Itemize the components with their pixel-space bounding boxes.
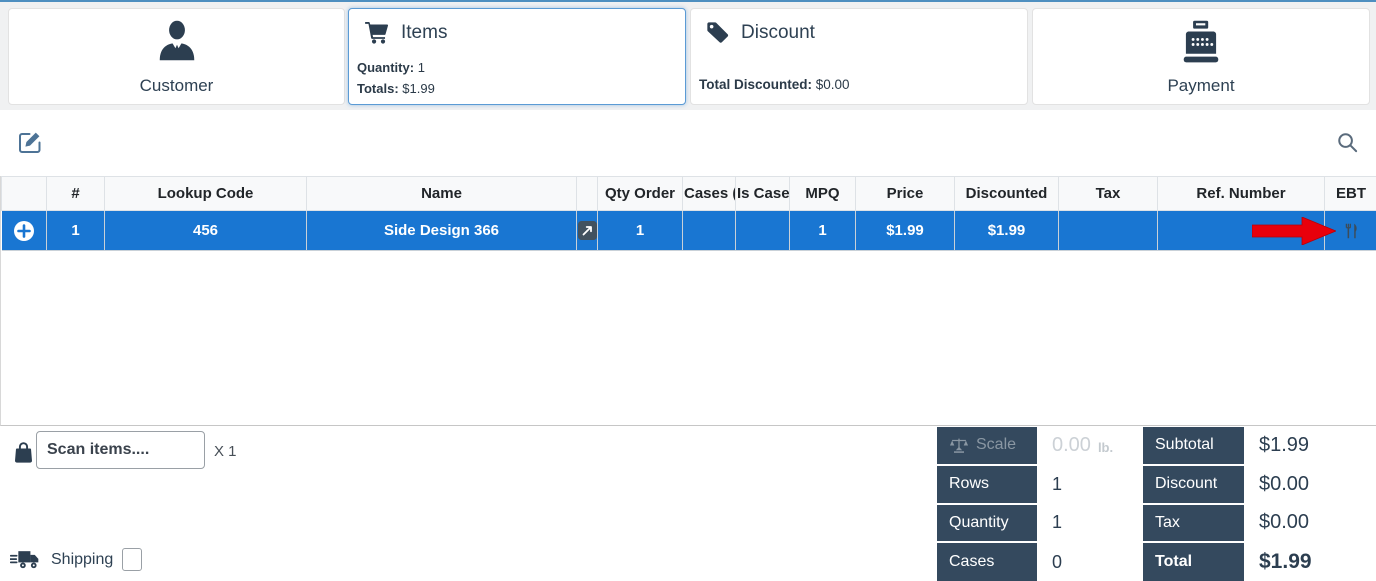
discount-card-label: Discount <box>741 22 815 44</box>
row-cases[interactable] <box>683 211 736 251</box>
items-totals-label: Totals: <box>357 81 399 96</box>
shipping-checkbox[interactable] <box>122 548 142 571</box>
external-link-icon[interactable] <box>578 221 597 238</box>
rows-value-cell: 1 <box>1039 466 1141 503</box>
scale-value-cell: 0.00 lb. <box>1039 427 1141 464</box>
payment-card-label: Payment <box>1167 76 1234 96</box>
shipping-row: Shipping <box>10 548 142 571</box>
truck-icon <box>10 548 40 571</box>
header-tax: Tax <box>1059 177 1158 211</box>
discount-total-line: Total Discounted: $0.00 <box>699 74 850 95</box>
scale-label: Scale <box>976 436 1016 454</box>
person-icon <box>154 18 200 68</box>
row-num[interactable]: 1 <box>47 211 105 251</box>
row-expand-cell[interactable] <box>2 211 47 251</box>
header-price: Price <box>856 177 955 211</box>
quantity-label-cell: Quantity <box>937 505 1037 542</box>
plus-circle-icon[interactable] <box>13 220 35 242</box>
row-ref-number[interactable] <box>1158 211 1325 251</box>
items-totals-line: Totals: $1.99 <box>357 78 435 99</box>
header-num: # <box>47 177 105 211</box>
edit-icon[interactable] <box>18 130 42 154</box>
header-ebt: EBT <box>1325 177 1376 211</box>
header-lookup-code: Lookup Code <box>105 177 307 211</box>
tag-icon <box>705 20 730 45</box>
row-discounted[interactable]: $1.99 <box>955 211 1059 251</box>
items-totals-value: $1.99 <box>402 81 435 96</box>
discount-value-cell: $0.00 <box>1246 466 1376 503</box>
utensils-icon <box>1343 222 1360 240</box>
scan-items-input[interactable] <box>36 431 205 469</box>
summary-panel: Scale 0.00 lb. Subtotal $1.99 Rows 1 Dis… <box>937 427 1376 581</box>
header-is-case: Is Case <box>736 177 790 211</box>
discount-label-cell: Discount <box>1143 466 1244 503</box>
scale-unit: lb. <box>1098 440 1113 455</box>
discount-total-label: Total Discounted: <box>699 77 812 92</box>
customer-card-label: Customer <box>140 76 214 96</box>
items-card[interactable]: Items Quantity: 1 Totals: $1.99 <box>348 8 686 105</box>
header-mpq: MPQ <box>790 177 856 211</box>
cases-label-cell: Cases <box>937 543 1037 581</box>
header-ref-number: Ref. Number <box>1158 177 1325 211</box>
table-header-row: # Lookup Code Name Qty Order Cases ( Is … <box>2 177 1376 211</box>
row-tax[interactable] <box>1059 211 1158 251</box>
balance-scale-icon <box>949 437 969 454</box>
subtotal-value-cell: $1.99 <box>1246 427 1376 464</box>
cash-register-icon <box>1178 18 1224 68</box>
row-ebt-cell[interactable] <box>1325 211 1376 251</box>
header-name: Name <box>307 177 577 211</box>
total-value-cell: $1.99 <box>1246 543 1376 581</box>
tax-value-cell: $0.00 <box>1246 505 1376 542</box>
row-name[interactable]: Side Design 366 <box>307 211 577 251</box>
header-link <box>577 177 598 211</box>
payment-card[interactable]: Payment <box>1032 8 1370 105</box>
quantity-value-cell: 1 <box>1039 505 1141 542</box>
items-quantity-value: 1 <box>418 60 425 75</box>
subtotal-label-cell: Subtotal <box>1143 427 1244 464</box>
row-qty-order[interactable]: 1 <box>598 211 683 251</box>
discount-card[interactable]: Discount Total Discounted: $0.00 <box>690 8 1028 105</box>
scale-value: 0.00 <box>1052 434 1091 457</box>
rows-label-cell: Rows <box>937 466 1037 503</box>
table-row[interactable]: 1 456 Side Design 366 1 1 $1.99 $1.99 <box>2 211 1376 251</box>
scan-multiplier: X 1 <box>214 443 237 460</box>
row-link-cell[interactable] <box>577 211 598 251</box>
shipping-label: Shipping <box>51 551 113 569</box>
total-label-cell: Total <box>1143 543 1244 581</box>
shopping-bag-icon <box>13 440 34 464</box>
items-quantity-label: Quantity: <box>357 60 414 75</box>
header-cases: Cases ( <box>683 177 736 211</box>
cases-value-cell: 0 <box>1039 543 1141 581</box>
header-qty-order: Qty Order <box>598 177 683 211</box>
tax-label-cell: Tax <box>1143 505 1244 542</box>
row-mpq[interactable]: 1 <box>790 211 856 251</box>
scale-label-cell: Scale <box>937 427 1037 464</box>
row-is-case[interactable] <box>736 211 790 251</box>
items-card-label: Items <box>401 22 447 44</box>
header-expand <box>2 177 47 211</box>
items-quantity-line: Quantity: 1 <box>357 57 435 78</box>
header-discounted: Discounted <box>955 177 1059 211</box>
row-lookup-code[interactable]: 456 <box>105 211 307 251</box>
search-icon[interactable] <box>1336 131 1359 154</box>
customer-card[interactable]: Customer <box>8 8 345 105</box>
items-table: # Lookup Code Name Qty Order Cases ( Is … <box>0 176 1376 426</box>
cart-icon <box>363 20 390 46</box>
discount-total-value: $0.00 <box>816 77 850 92</box>
row-price[interactable]: $1.99 <box>856 211 955 251</box>
